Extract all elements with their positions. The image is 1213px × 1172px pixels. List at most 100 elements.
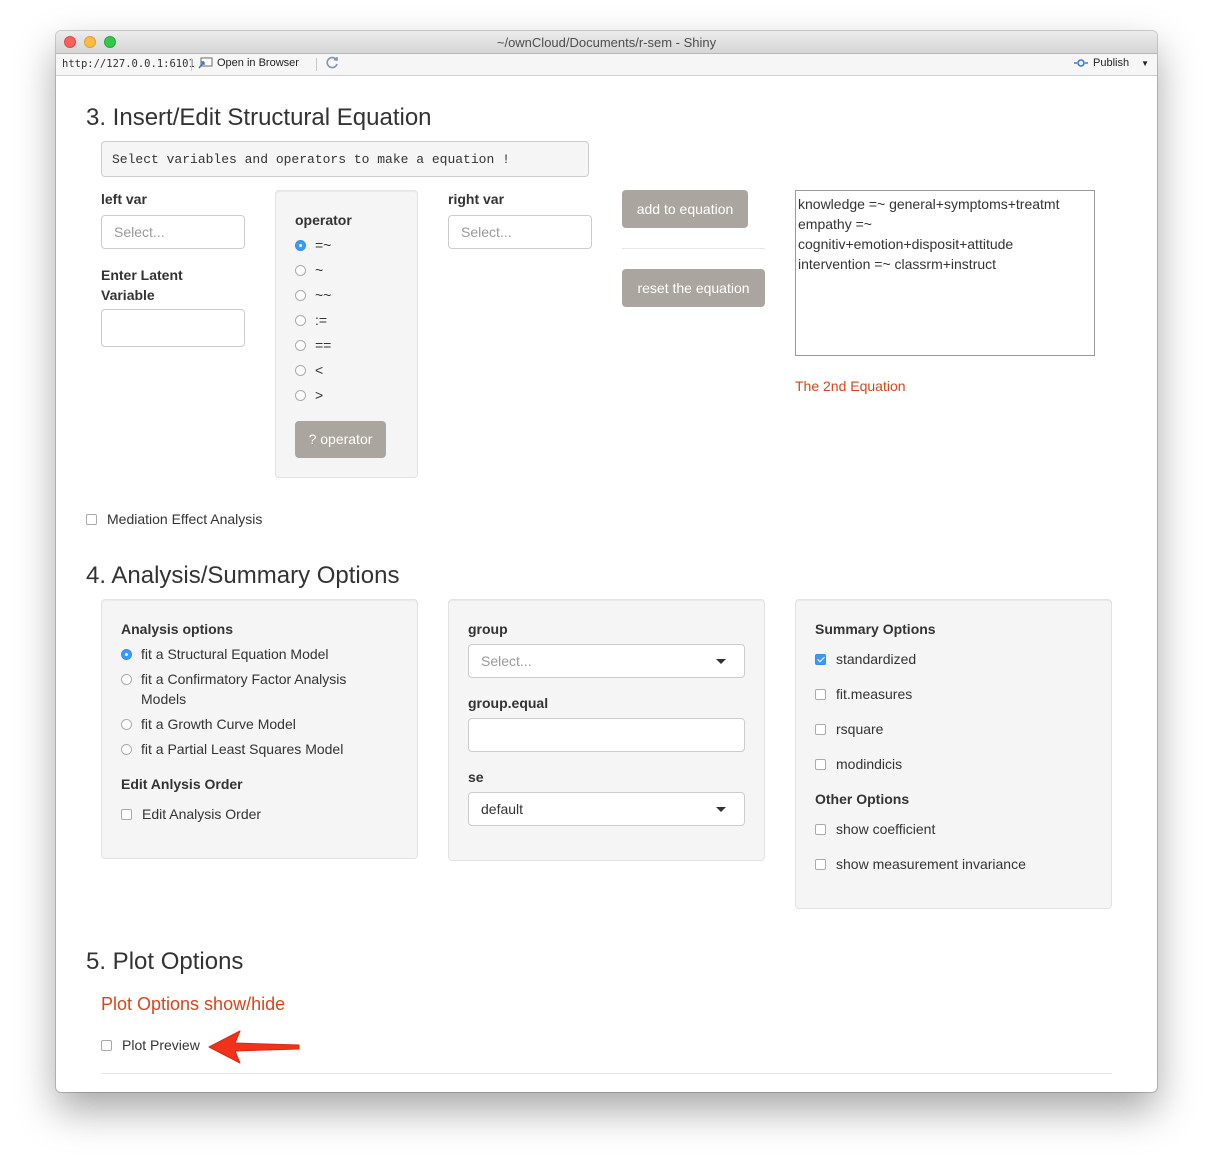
- analysis-option-label: fit a Partial Least Squares Model: [141, 741, 344, 757]
- radio-icon[interactable]: [121, 673, 132, 685]
- viewer-toolbar: http://127.0.0.1:6101 Open in Browser Pu…: [56, 54, 1157, 76]
- mediation-label: Mediation Effect Analysis: [107, 511, 263, 527]
- operator-option[interactable]: ~: [295, 262, 323, 278]
- checkbox-icon[interactable]: [86, 513, 97, 525]
- equation-line: intervention =~ classrm+instruct: [798, 256, 997, 272]
- radio-icon[interactable]: [295, 389, 306, 401]
- second-equation-link[interactable]: The 2nd Equation: [795, 378, 906, 394]
- analysis-option-label: fit a Growth Curve Model: [141, 716, 296, 732]
- operator-option-label: ~: [315, 262, 324, 278]
- summary-option[interactable]: standardized: [815, 651, 916, 667]
- right-var-label: right var: [448, 191, 505, 207]
- reset-equation-button[interactable]: reset the equation: [622, 269, 765, 307]
- publish-button[interactable]: Publish ▼: [1073, 57, 1149, 69]
- mediation-effect-checkbox-row[interactable]: Mediation Effect Analysis: [86, 511, 262, 527]
- checkbox-icon[interactable]: [815, 823, 826, 835]
- title-bar: ~/ownCloud/Documents/r-sem - Shiny: [56, 31, 1157, 54]
- edit-order-checkbox-row[interactable]: Edit Analysis Order: [121, 806, 261, 822]
- se-select[interactable]: default: [468, 792, 745, 826]
- operator-option-label: >: [315, 387, 324, 403]
- analysis-option[interactable]: fit a Structural Equation Model: [121, 646, 329, 662]
- edit-order-title: Edit Anlysis Order: [121, 776, 243, 792]
- left-var-label: left var: [101, 191, 147, 207]
- checkbox-icon[interactable]: [815, 858, 826, 870]
- summary-options-title: Summary Options: [815, 621, 936, 637]
- radio-icon[interactable]: [295, 289, 306, 301]
- latent-label-line: Variable: [101, 287, 155, 303]
- operator-option[interactable]: >: [295, 387, 323, 403]
- summary-option[interactable]: modindicis: [815, 756, 902, 772]
- other-option[interactable]: show coefficient: [815, 821, 935, 837]
- divider: [101, 1073, 1112, 1074]
- publish-label: Publish: [1093, 57, 1130, 69]
- chevron-down-icon[interactable]: ▼: [1141, 59, 1149, 68]
- operator-option[interactable]: ==: [295, 337, 331, 353]
- operator-help-button[interactable]: ? operator: [295, 421, 386, 458]
- summary-option[interactable]: fit.measures: [815, 686, 912, 702]
- operator-option-label: <: [315, 362, 324, 378]
- checkbox-icon[interactable]: [101, 1039, 112, 1051]
- url-text: http://127.0.0.1:6101: [62, 58, 195, 70]
- app-content: 3. Insert/Edit Structural Equation Selec…: [56, 76, 1157, 1092]
- group-equal-label: group.equal: [468, 695, 549, 711]
- radio-icon[interactable]: [295, 364, 306, 376]
- summary-option-label: rsquare: [836, 721, 884, 737]
- analysis-option[interactable]: fit a Partial Least Squares Model: [121, 741, 343, 757]
- analysis-option[interactable]: fit a Confirmatory Factor Analysis: [121, 671, 346, 687]
- radio-icon[interactable]: [121, 718, 132, 730]
- operator-label: operator: [295, 212, 352, 228]
- checkbox-checked-icon[interactable]: [815, 653, 826, 665]
- group-equal-input[interactable]: [468, 718, 745, 752]
- window-title: ~/ownCloud/Documents/r-sem - Shiny: [496, 35, 717, 50]
- latent-label-line: Enter Latent: [101, 267, 183, 283]
- right-var-placeholder: Select...: [461, 224, 512, 240]
- analysis-option[interactable]: fit a Growth Curve Model: [121, 716, 296, 732]
- section3-heading: 3. Insert/Edit Structural Equation: [86, 104, 432, 131]
- operator-option[interactable]: ~~: [295, 287, 331, 303]
- caret-down-icon: [716, 807, 726, 812]
- other-option[interactable]: show measurement invariance: [815, 856, 1026, 872]
- radio-selected-icon[interactable]: [295, 239, 306, 251]
- summary-options-panel: Summary Options standardized fit.measure…: [795, 599, 1112, 909]
- radio-selected-icon[interactable]: [121, 648, 132, 660]
- operator-option[interactable]: <: [295, 362, 323, 378]
- section4-heading: 4. Analysis/Summary Options: [86, 562, 400, 589]
- operator-option-label: ~~: [315, 287, 332, 303]
- open-in-browser-button[interactable]: Open in Browser: [198, 57, 299, 69]
- checkbox-icon[interactable]: [121, 808, 132, 820]
- summary-option-label: modindicis: [836, 756, 903, 772]
- plot-preview-checkbox-row[interactable]: Plot Preview: [101, 1037, 200, 1053]
- radio-icon[interactable]: [121, 743, 132, 755]
- other-option-label: show measurement invariance: [836, 856, 1026, 872]
- se-label: se: [468, 769, 484, 785]
- checkbox-icon[interactable]: [815, 758, 826, 770]
- operator-option[interactable]: :=: [295, 312, 327, 328]
- group-select[interactable]: Select...: [468, 644, 745, 678]
- other-options-title: Other Options: [815, 791, 910, 807]
- checkbox-icon[interactable]: [815, 688, 826, 700]
- radio-icon[interactable]: [295, 314, 306, 326]
- radio-icon[interactable]: [295, 339, 306, 351]
- radio-icon[interactable]: [295, 264, 306, 276]
- summary-option[interactable]: rsquare: [815, 721, 883, 737]
- refresh-icon[interactable]: [324, 56, 340, 72]
- plot-preview-label: Plot Preview: [122, 1037, 200, 1053]
- plot-options-toggle-link[interactable]: Plot Options show/hide: [101, 994, 285, 1015]
- caret-down-icon: [716, 659, 726, 664]
- latent-variable-label: Enter Latent Variable: [101, 265, 183, 305]
- se-value: default: [481, 801, 524, 817]
- equation-textarea[interactable]: knowledge =~ general+symptoms+treatmt em…: [795, 190, 1095, 356]
- operator-option-label: :=: [315, 312, 328, 328]
- operator-option-label: =~: [315, 237, 332, 253]
- right-var-select[interactable]: Select...: [448, 215, 592, 249]
- add-to-equation-button[interactable]: add to equation: [622, 190, 748, 228]
- checkbox-icon[interactable]: [815, 723, 826, 735]
- latent-variable-input[interactable]: [101, 309, 245, 347]
- toolbar-divider: [191, 58, 192, 71]
- left-var-select[interactable]: Select...: [101, 215, 245, 249]
- equation-line: empathy =~: [798, 216, 872, 232]
- summary-option-label: standardized: [836, 651, 917, 667]
- operator-option[interactable]: =~: [295, 237, 331, 253]
- equation-line: knowledge =~ general+symptoms+treatmt: [798, 196, 1060, 212]
- annotation-arrow-icon: [208, 1030, 300, 1064]
